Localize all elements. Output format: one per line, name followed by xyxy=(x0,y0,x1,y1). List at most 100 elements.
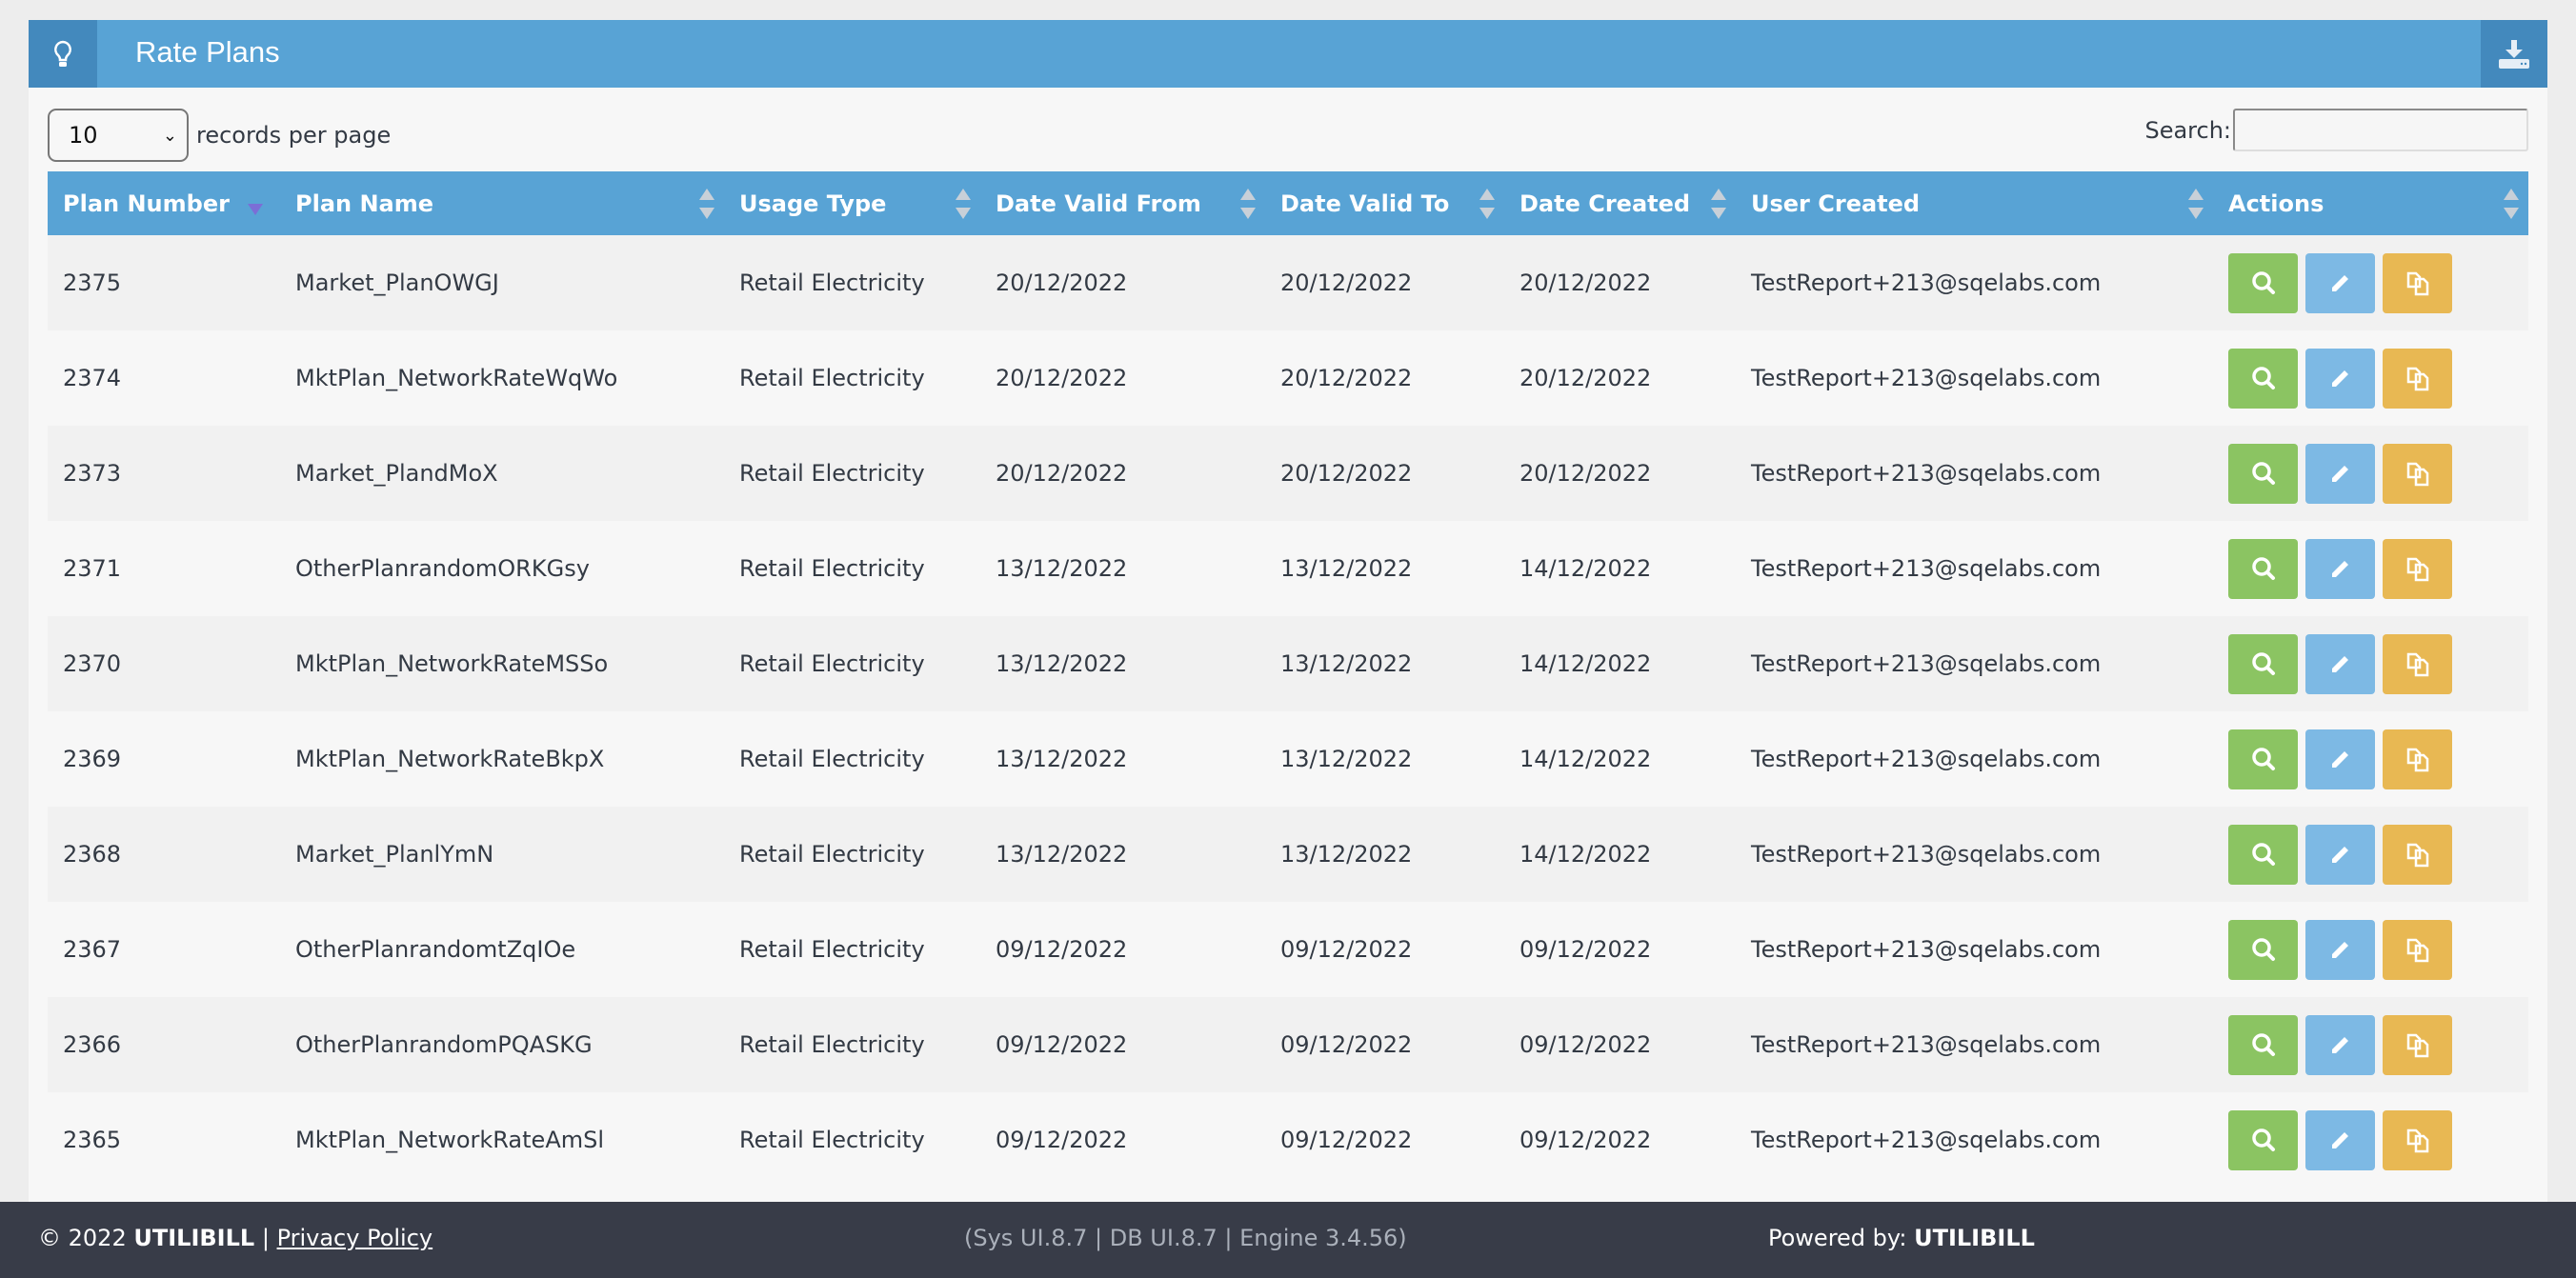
cell-usage-type: Retail Electricity xyxy=(724,807,980,902)
cell-usage-type: Retail Electricity xyxy=(724,902,980,997)
copy-button[interactable] xyxy=(2383,919,2452,980)
copy-button[interactable] xyxy=(2383,824,2452,885)
cell-actions xyxy=(2213,711,2528,807)
copy-icon xyxy=(2406,1033,2428,1058)
view-button[interactable] xyxy=(2228,1109,2298,1170)
pencil-icon xyxy=(2331,466,2348,482)
copy-button[interactable] xyxy=(2383,633,2452,694)
search-control: Search: xyxy=(2144,109,2528,151)
cell-actions xyxy=(2213,902,2528,997)
view-button[interactable] xyxy=(2228,824,2298,885)
copy-button[interactable] xyxy=(2383,443,2452,504)
edit-button[interactable] xyxy=(2305,443,2375,504)
cell-plan-name: MktPlan_NetworkRateMSSo xyxy=(280,616,724,711)
table-row: 2369 MktPlan_NetworkRateBkpX Retail Electr… xyxy=(48,711,2528,807)
view-button[interactable] xyxy=(2228,633,2298,694)
cell-actions xyxy=(2213,616,2528,711)
cell-date-valid-from: 20/12/2022 xyxy=(980,426,1265,521)
cell-date-valid-to: 13/12/2022 xyxy=(1265,711,1504,807)
table-row: 2367 OtherPlanrandomtZqIOe Retail Electric… xyxy=(48,902,2528,997)
view-button[interactable] xyxy=(2228,443,2298,504)
cell-date-created: 20/12/2022 xyxy=(1504,235,1736,330)
cell-date-valid-from: 20/12/2022 xyxy=(980,330,1265,426)
edit-button[interactable] xyxy=(2305,633,2375,694)
cell-plan-name: MktPlan_NetworkRateAmSl xyxy=(280,1092,724,1188)
edit-button[interactable] xyxy=(2305,1109,2375,1170)
cell-plan-name: OtherPlanrandomORKGsy xyxy=(280,521,724,616)
footer-brand: UTILIBILL xyxy=(133,1225,255,1251)
column-header-label: Plan Number xyxy=(63,190,230,217)
cell-date-valid-to: 09/12/2022 xyxy=(1265,902,1504,997)
column-header-plan-number[interactable]: Plan Number xyxy=(48,171,280,235)
cell-plan-name: MktPlan_NetworkRateBkpX xyxy=(280,711,724,807)
view-button[interactable] xyxy=(2228,729,2298,789)
cell-plan-number: 2373 xyxy=(48,426,280,521)
page-title: Rate Plans xyxy=(135,35,280,69)
cell-actions xyxy=(2213,997,2528,1092)
cell-date-created: 20/12/2022 xyxy=(1504,426,1736,521)
column-header-date-valid-from[interactable]: Date Valid From xyxy=(980,171,1265,235)
cell-date-valid-from: 09/12/2022 xyxy=(980,997,1265,1092)
copy-button[interactable] xyxy=(2383,252,2452,313)
view-button[interactable] xyxy=(2228,348,2298,409)
download-icon xyxy=(2499,39,2529,69)
page-size-select[interactable]: 10 ⌄ xyxy=(48,109,189,162)
edit-button[interactable] xyxy=(2305,824,2375,885)
edit-button[interactable] xyxy=(2305,252,2375,313)
column-header-user-created[interactable]: User Created xyxy=(1736,171,2213,235)
search-icon xyxy=(2251,938,2275,961)
cell-user-created: TestReport+213@sqelabs.com xyxy=(1736,616,2213,711)
column-header-date-created[interactable]: Date Created xyxy=(1504,171,1736,235)
edit-button[interactable] xyxy=(2305,729,2375,789)
copy-button[interactable] xyxy=(2383,1014,2452,1075)
cell-actions xyxy=(2213,330,2528,426)
copy-icon xyxy=(2406,843,2428,868)
search-icon xyxy=(2251,367,2275,389)
sort-icon xyxy=(699,189,714,219)
cell-plan-name: MktPlan_NetworkRateWqWo xyxy=(280,330,724,426)
panel-header: Rate Plans xyxy=(29,20,2547,88)
copy-button[interactable] xyxy=(2383,348,2452,409)
table-row: 2366 OtherPlanrandomPQASKG Retail Electric… xyxy=(48,997,2528,1092)
cell-date-created: 14/12/2022 xyxy=(1504,616,1736,711)
copy-button[interactable] xyxy=(2383,729,2452,789)
cell-user-created: TestReport+213@sqelabs.com xyxy=(1736,235,2213,330)
view-button[interactable] xyxy=(2228,1014,2298,1075)
copy-button[interactable] xyxy=(2383,1109,2452,1170)
cell-date-valid-from: 20/12/2022 xyxy=(980,235,1265,330)
cell-plan-number: 2365 xyxy=(48,1092,280,1188)
edit-button[interactable] xyxy=(2305,538,2375,599)
cell-actions xyxy=(2213,807,2528,902)
edit-button[interactable] xyxy=(2305,1014,2375,1075)
sort-desc-icon xyxy=(248,204,263,215)
copy-icon xyxy=(2406,462,2428,487)
table-row: 2370 MktPlan_NetworkRateMSSo Retail Electr… xyxy=(48,616,2528,711)
view-button[interactable] xyxy=(2228,919,2298,980)
column-header-label: Date Valid From xyxy=(996,190,1201,217)
column-header-date-valid-to[interactable]: Date Valid To xyxy=(1265,171,1504,235)
copy-button[interactable] xyxy=(2383,538,2452,599)
view-button[interactable] xyxy=(2228,538,2298,599)
view-button[interactable] xyxy=(2228,252,2298,313)
copyright: © 2022 xyxy=(38,1225,127,1251)
cell-user-created: TestReport+213@sqelabs.com xyxy=(1736,1092,2213,1188)
edit-button[interactable] xyxy=(2305,348,2375,409)
pencil-icon xyxy=(2331,1037,2348,1053)
table-row: 2375 Market_PlanOWGJ Retail Electricity 20/… xyxy=(48,235,2528,330)
column-header-actions[interactable]: Actions xyxy=(2213,171,2528,235)
pencil-icon xyxy=(2331,847,2348,863)
privacy-policy-link[interactable]: Privacy Policy xyxy=(277,1225,433,1251)
column-header-usage-type[interactable]: Usage Type xyxy=(724,171,980,235)
cell-user-created: TestReport+213@sqelabs.com xyxy=(1736,807,2213,902)
cell-date-valid-to: 13/12/2022 xyxy=(1265,521,1504,616)
cell-usage-type: Retail Electricity xyxy=(724,521,980,616)
page-size-label: records per page xyxy=(196,122,392,149)
column-header-plan-name[interactable]: Plan Name xyxy=(280,171,724,235)
edit-button[interactable] xyxy=(2305,919,2375,980)
cell-date-created: 14/12/2022 xyxy=(1504,521,1736,616)
page-length-control: 10 ⌄ records per page xyxy=(48,109,391,162)
sort-icon xyxy=(956,189,971,219)
download-button[interactable] xyxy=(2481,20,2547,88)
search-icon xyxy=(2251,1128,2275,1151)
search-input[interactable] xyxy=(2233,109,2528,151)
